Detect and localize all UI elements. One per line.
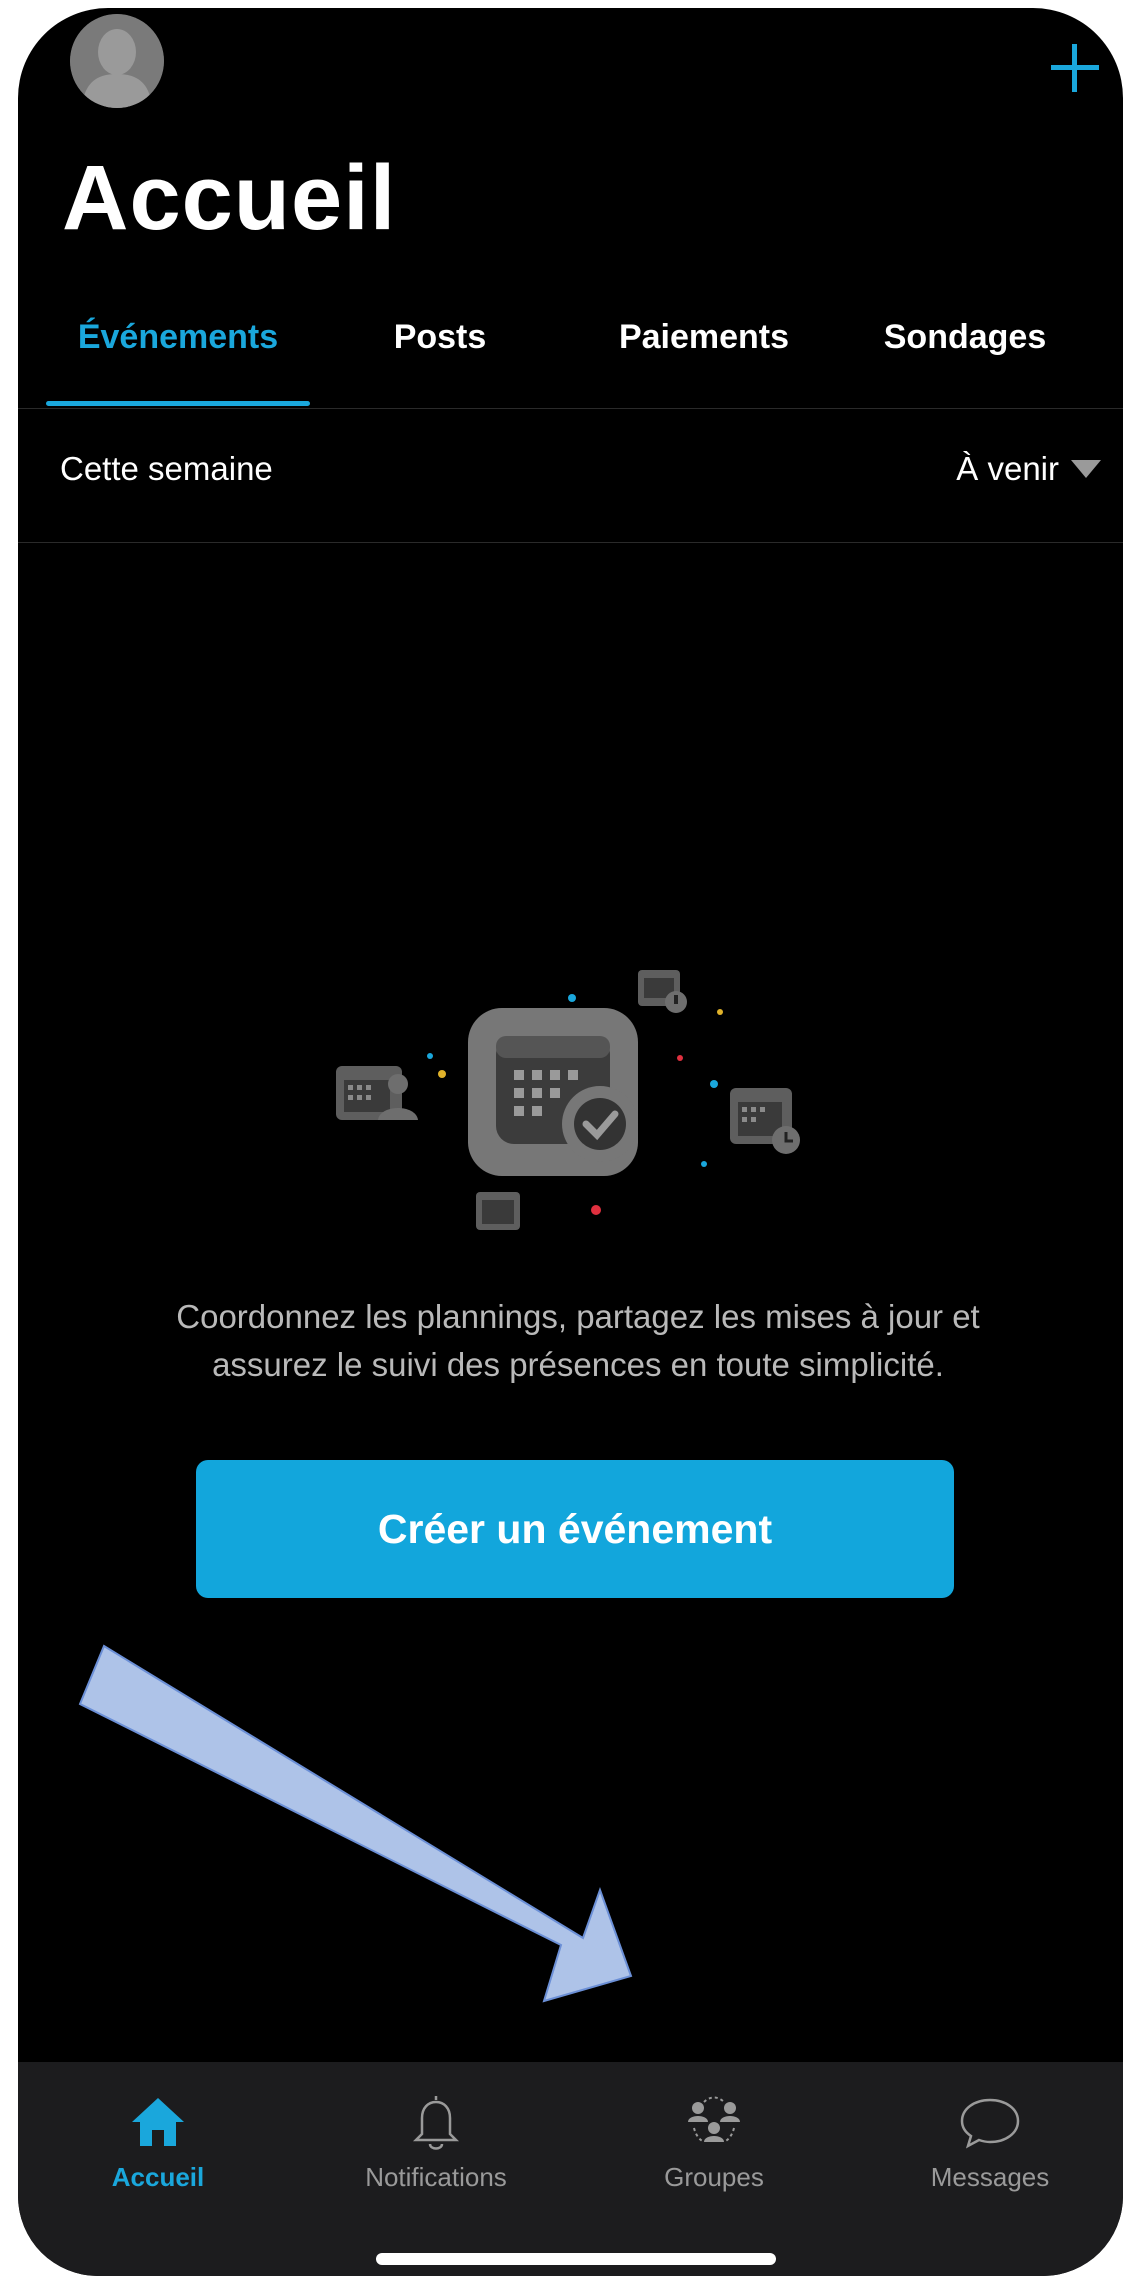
- caret-down-icon: [1071, 460, 1101, 478]
- nav-messages[interactable]: Messages: [890, 2090, 1090, 2193]
- home-icon: [132, 2098, 184, 2146]
- nav-groupes[interactable]: Groupes: [614, 2090, 814, 2193]
- create-event-button[interactable]: Créer un événement: [196, 1460, 954, 1598]
- add-button[interactable]: [1045, 38, 1105, 98]
- plus-icon: [1051, 44, 1099, 92]
- phone-screen: Accueil Événements Posts Paiements Sonda…: [18, 8, 1123, 2276]
- tab-evenements[interactable]: Événements: [78, 318, 278, 357]
- nav-notifications[interactable]: Notifications: [336, 2090, 536, 2193]
- empty-state-text: Coordonnez les plannings, partagez les m…: [78, 1293, 1078, 1389]
- nav-label-notifications: Notifications: [365, 2162, 507, 2192]
- nav-label-accueil: Accueil: [111, 2162, 205, 2192]
- dropdown-value: À venir: [956, 450, 1059, 487]
- groups-icon: [688, 2096, 740, 2143]
- tab-sondages[interactable]: Sondages: [884, 318, 1046, 357]
- tab-bar: Événements Posts Paiements Sondages: [18, 308, 1123, 409]
- tab-paiements[interactable]: Paiements: [619, 318, 789, 357]
- nav-label-messages: Messages: [930, 2162, 1050, 2192]
- bell-icon: [412, 2096, 460, 2150]
- period-label: Cette semaine: [60, 450, 273, 487]
- nav-label-groupes: Groupes: [664, 2162, 764, 2192]
- nav-accueil[interactable]: Accueil: [58, 2090, 258, 2193]
- empty-state-line-2: assurez le suivi des présences en toute …: [212, 1346, 944, 1383]
- chat-bubble-icon: [960, 2098, 1020, 2149]
- filter-bar: Cette semaine À venir: [18, 408, 1123, 543]
- person-silhouette-icon: [70, 14, 164, 108]
- bottom-navigation: Accueil Notifications Groupes Messages: [18, 2062, 1123, 2276]
- calendar-illustration-icon: [336, 970, 800, 1230]
- profile-avatar[interactable]: [70, 14, 164, 108]
- active-tab-indicator: [46, 401, 310, 406]
- home-indicator: [376, 2253, 776, 2265]
- upcoming-dropdown[interactable]: À venir: [956, 450, 1101, 488]
- page-title: Accueil: [62, 147, 397, 249]
- empty-state-line-1: Coordonnez les plannings, partagez les m…: [176, 1298, 980, 1335]
- tab-posts[interactable]: Posts: [394, 318, 487, 357]
